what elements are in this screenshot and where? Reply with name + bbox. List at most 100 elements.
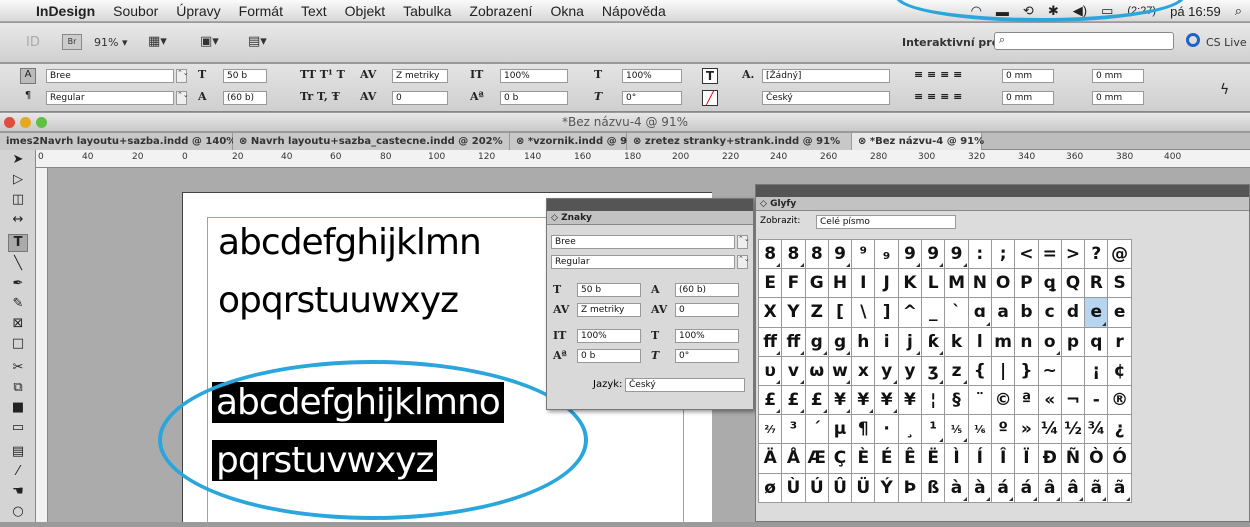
glyph-cell[interactable]: ã bbox=[1084, 472, 1109, 503]
leading-field[interactable]: (60 b) bbox=[223, 91, 267, 105]
tab-document-3[interactable]: ⊗ *vzornik.indd @ 91% bbox=[510, 133, 644, 150]
znaky-baseline-field[interactable]: 0 b bbox=[577, 349, 641, 363]
glyph-cell[interactable]: © bbox=[990, 384, 1016, 416]
spotlight-icon[interactable]: ⌕ bbox=[1235, 3, 1242, 19]
menu-soubor[interactable]: Soubor bbox=[113, 3, 158, 19]
glyph-cell[interactable]: ¥ bbox=[874, 384, 899, 416]
glyph-cell[interactable]: @ bbox=[1107, 238, 1132, 270]
glyph-cell[interactable]: v bbox=[781, 355, 806, 386]
glyph-cell[interactable]: h bbox=[851, 326, 876, 357]
glyph-cell[interactable]: Ó bbox=[1107, 443, 1132, 474]
glyph-cell[interactable]: ¥ bbox=[851, 384, 876, 416]
glyph-cell[interactable]: 9 bbox=[921, 238, 946, 270]
glyph-cell[interactable]: 9 bbox=[827, 238, 853, 270]
first-line-indent-field[interactable]: 0 mm bbox=[1002, 91, 1054, 105]
glyph-cell[interactable]: Í bbox=[967, 443, 992, 474]
glyph-cell[interactable]: 9 bbox=[897, 238, 923, 270]
right-indent-field[interactable]: 0 mm bbox=[1092, 69, 1144, 83]
selection-tool-icon[interactable]: ➤ bbox=[8, 152, 28, 170]
horizontal-scale-field[interactable]: 100% bbox=[622, 69, 682, 83]
page-tool-icon[interactable]: ◫ bbox=[8, 192, 28, 210]
glyph-cell[interactable]: ﬀ bbox=[757, 326, 783, 357]
search-input[interactable]: ⌕ bbox=[994, 32, 1174, 50]
glyph-cell[interactable]: O bbox=[990, 268, 1016, 299]
font-family-field[interactable]: Bree bbox=[46, 69, 174, 83]
glyph-cell[interactable]: Ì bbox=[944, 443, 969, 474]
znaky-tracking-field[interactable]: 0 bbox=[675, 303, 739, 317]
glyph-cell[interactable]: È bbox=[851, 443, 876, 474]
znaky-font-field[interactable]: Bree bbox=[551, 235, 735, 249]
glyph-cell[interactable]: H bbox=[827, 268, 853, 299]
paragraph-mode-button[interactable]: ¶ bbox=[20, 90, 36, 106]
glyph-cell[interactable]: ; bbox=[990, 238, 1016, 270]
glyph-cell[interactable]: Ü bbox=[851, 472, 876, 503]
menu-zobrazeni[interactable]: Zobrazení bbox=[469, 3, 532, 19]
glyph-cell[interactable]: I bbox=[851, 268, 876, 299]
glyph-cell[interactable] bbox=[1060, 355, 1086, 386]
pencil-tool-icon[interactable]: ✎ bbox=[8, 296, 28, 314]
glyph-cell[interactable]: ` bbox=[944, 297, 969, 328]
zoom-menu[interactable]: 91% ▾ bbox=[94, 36, 127, 49]
glyph-cell[interactable]: n bbox=[1014, 326, 1039, 357]
glyph-cell[interactable]: E bbox=[757, 268, 783, 299]
glyph-cell[interactable]: ? bbox=[1084, 238, 1109, 270]
bridge-button[interactable]: Br bbox=[62, 34, 82, 50]
znaky-size-field[interactable]: 50 b bbox=[577, 283, 641, 297]
glyph-cell[interactable]: ¦ bbox=[921, 384, 946, 416]
glyph-cell[interactable]: R bbox=[1084, 268, 1109, 299]
glyph-cell[interactable]: á bbox=[990, 472, 1016, 503]
menu-upravy[interactable]: Úpravy bbox=[176, 3, 220, 19]
character-panel-tab[interactable]: ◇ Znaky bbox=[547, 211, 753, 225]
znaky-skew-field[interactable]: 0° bbox=[675, 349, 739, 363]
glyph-cell[interactable]: É bbox=[874, 443, 899, 474]
glyph-cell[interactable]: ɑ bbox=[967, 297, 992, 328]
pen-tool-icon[interactable]: ✒ bbox=[8, 276, 28, 294]
glyph-cell[interactable]: - bbox=[1084, 384, 1109, 416]
cs-live-icon[interactable] bbox=[1186, 33, 1200, 47]
glyph-cell[interactable]: ø bbox=[757, 472, 783, 503]
glyph-cell[interactable]: Z bbox=[804, 297, 829, 328]
glyph-cell[interactable]: P bbox=[1014, 268, 1039, 299]
glyph-cell[interactable]: Ê bbox=[897, 443, 923, 474]
glyph-cell[interactable]: » bbox=[1014, 414, 1039, 445]
panel-menu-icon[interactable]: ϟ bbox=[1220, 82, 1229, 98]
tab-document-1[interactable]: imes2Navrh layoutu+sazba.indd @ 140% bbox=[0, 133, 236, 150]
glyph-cell[interactable]: N bbox=[967, 268, 992, 299]
glyph-cell[interactable]: £ bbox=[757, 384, 783, 416]
smallcaps-button[interactable]: Tr T, Ŧ bbox=[300, 90, 340, 103]
glyph-cell[interactable]: 9 bbox=[944, 238, 969, 270]
text-line-1[interactable]: abcdefghijklmn bbox=[218, 222, 482, 263]
glyph-cell[interactable]: ꝗ bbox=[1037, 268, 1062, 299]
glyph-cell[interactable]: Ä bbox=[757, 443, 783, 474]
glyph-cell[interactable]: « bbox=[1037, 384, 1062, 416]
rectangle-frame-tool-icon[interactable]: ⊠ bbox=[8, 316, 28, 334]
last-line-indent-field[interactable]: 0 mm bbox=[1092, 91, 1144, 105]
glyph-cell[interactable]: Ð bbox=[1037, 443, 1062, 474]
glyph-cell[interactable]: K bbox=[897, 268, 923, 299]
glyph-cell[interactable]: à bbox=[967, 472, 992, 503]
line-tool-icon[interactable]: ╲ bbox=[8, 256, 28, 274]
font-style-field[interactable]: Regular bbox=[46, 91, 174, 105]
glyph-cell[interactable]: ß bbox=[921, 472, 946, 503]
glyph-cell[interactable]: § bbox=[944, 384, 969, 416]
glyph-cell[interactable]: X bbox=[757, 297, 783, 328]
glyph-cell[interactable]: ω bbox=[804, 355, 829, 386]
glyph-cell[interactable]: _ bbox=[921, 297, 946, 328]
menu-tabulka[interactable]: Tabulka bbox=[403, 3, 451, 19]
glyph-cell[interactable]: G bbox=[804, 268, 829, 299]
arrange-docs-button[interactable]: ▤▾ bbox=[248, 34, 267, 49]
glyph-cell[interactable]: ⁹ bbox=[851, 238, 876, 270]
glyph-cell[interactable]: ½ bbox=[1060, 414, 1086, 445]
glyph-cell[interactable]: S bbox=[1107, 268, 1132, 299]
glyph-cell[interactable]: ¹ bbox=[921, 414, 946, 445]
glyph-cell[interactable]: ʒ bbox=[921, 355, 946, 386]
glyph-cell[interactable]: Ï bbox=[1014, 443, 1039, 474]
glyph-cell[interactable]: J bbox=[874, 268, 899, 299]
glyph-cell[interactable]: Ý bbox=[874, 472, 899, 503]
glyph-cell[interactable]: Ñ bbox=[1060, 443, 1086, 474]
glyph-cell[interactable]: d bbox=[1060, 297, 1086, 328]
horizontal-ruler[interactable]: 0 40 20 0 20 40 60 80 100 120 140 160 18… bbox=[36, 150, 1250, 168]
glyph-cell[interactable]: Q bbox=[1060, 268, 1086, 299]
glyph-cell[interactable]: à bbox=[944, 472, 969, 503]
glyph-cell[interactable]: : bbox=[967, 238, 992, 270]
